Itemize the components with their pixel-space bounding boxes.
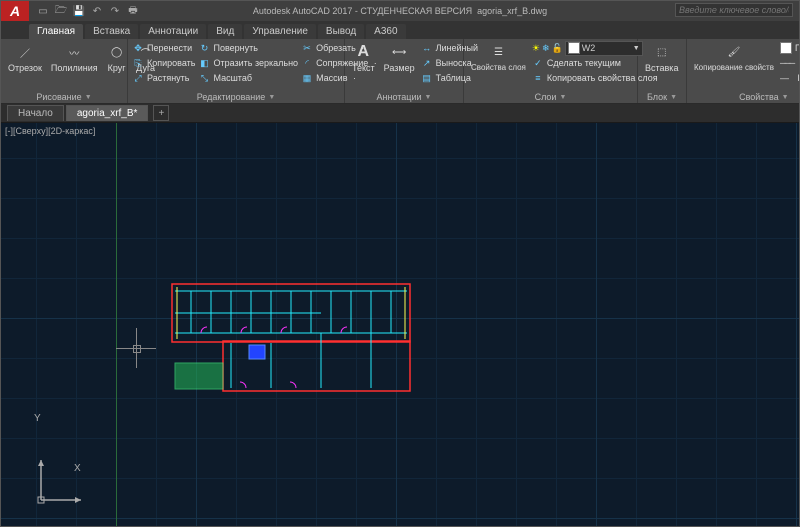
move-button[interactable]: ✥Перенести	[132, 41, 195, 55]
line-button[interactable]: ／Отрезок	[5, 41, 45, 74]
stretch-icon: ⤢	[132, 72, 144, 84]
quick-access-toolbar: ▭ 🗁 💾 ↶ ↷ 🖶	[37, 5, 139, 17]
move-icon: ✥	[132, 42, 144, 54]
polyline-icon: 〰	[64, 42, 84, 62]
help-search	[675, 3, 793, 17]
ucs-icon[interactable]: Y X	[36, 455, 86, 508]
chevron-down-icon[interactable]: ▼	[268, 94, 275, 101]
tab-home[interactable]: Главная	[29, 24, 83, 39]
open-icon[interactable]: 🗁	[55, 5, 67, 17]
titlebar: A ▭ 🗁 💾 ↶ ↷ 🖶 Autodesk AutoCAD 2017 - СТ…	[1, 1, 799, 21]
polyline-button[interactable]: 〰Полилиния	[48, 41, 101, 74]
tab-view[interactable]: Вид	[208, 24, 242, 39]
print-icon[interactable]: 🖶	[127, 5, 139, 17]
rotate-button[interactable]: ↻Повернуть	[198, 41, 298, 55]
panel-draw: ／Отрезок 〰Полилиния ◯Круг ⌒Дуга Рисовани…	[1, 39, 128, 103]
ucs-x-label: X	[74, 463, 81, 474]
file-tab-current[interactable]: agoria_xrf_B*	[66, 105, 149, 121]
app-logo[interactable]: A	[1, 1, 29, 21]
layer-props-icon: ☰	[488, 42, 508, 62]
redo-icon[interactable]: ↷	[109, 5, 121, 17]
panel-block: ⬚Вставка Блок▼	[638, 39, 687, 103]
layer-combo[interactable]: W2▼	[565, 41, 643, 56]
table-icon: ▤	[421, 72, 433, 84]
axis-y-line	[116, 123, 117, 526]
color-combo[interactable]: ПоСлою	[780, 41, 799, 55]
undo-icon[interactable]: ↶	[91, 5, 103, 17]
match-layer-icon: ≡	[532, 72, 544, 84]
save-icon[interactable]: 💾	[73, 5, 85, 17]
panel-annotation: AТекст ⟷Размер ↔Линейный ↗Выноска ▤Табли…	[345, 39, 464, 103]
circle-icon: ◯	[107, 42, 127, 62]
cad-drawing[interactable]	[171, 283, 411, 393]
copy-icon: ⎘	[132, 57, 144, 69]
scale-icon: ⤡	[198, 72, 210, 84]
text-icon: A	[353, 42, 373, 62]
file-tabs: Начало agoria_xrf_B* +	[1, 104, 799, 123]
chevron-down-icon[interactable]: ▼	[782, 94, 789, 101]
panel-modify: ✥Перенести ⎘Копировать ⤢Растянуть ↻Повер…	[128, 39, 345, 103]
mirror-button[interactable]: ◧Отразить зеркально	[198, 56, 298, 70]
copy-button[interactable]: ⎘Копировать	[132, 56, 195, 70]
layer-props-button[interactable]: ☰Свойства слоя	[468, 41, 529, 73]
mirror-icon: ◧	[198, 57, 210, 69]
viewport-label[interactable]: [-][Сверху][2D-каркас]	[5, 126, 95, 136]
drawing-canvas[interactable]: [-][Сверху][2D-каркас]	[1, 123, 799, 526]
ribbon-tabs: Главная Вставка Аннотации Вид Управление…	[1, 21, 799, 39]
scale-button[interactable]: ⤡Масштаб	[198, 71, 298, 85]
tab-insert[interactable]: Вставка	[85, 24, 138, 39]
fillet-icon: ◜	[301, 57, 313, 69]
search-input[interactable]	[675, 3, 793, 17]
ribbon: ／Отрезок 〰Полилиния ◯Круг ⌒Дуга Рисовани…	[1, 39, 799, 104]
new-icon[interactable]: ▭	[37, 5, 49, 17]
panel-properties: 🖌Копирование свойств ПоСлою ─── ПоСлою —…	[687, 39, 799, 103]
window-title: Autodesk AutoCAD 2017 - СТУДЕНЧЕСКАЯ ВЕР…	[253, 6, 547, 16]
lineweight-combo[interactable]: ─── ПоСлою	[780, 56, 799, 70]
tab-output[interactable]: Вывод	[318, 24, 364, 39]
new-tab-button[interactable]: +	[153, 105, 169, 121]
make-current-icon: ✓	[532, 57, 544, 69]
dimension-button[interactable]: ⟷Размер	[381, 41, 418, 74]
match-props-icon: 🖌	[724, 42, 744, 62]
chevron-down-icon[interactable]: ▼	[670, 94, 677, 101]
trim-icon: ✂	[301, 42, 313, 54]
array-icon: ▦	[301, 72, 313, 84]
line-icon: ／	[15, 42, 35, 62]
leader-icon: ↗	[421, 57, 433, 69]
block-insert-button[interactable]: ⬚Вставка	[642, 41, 681, 74]
chevron-down-icon[interactable]: ▼	[85, 94, 92, 101]
chevron-down-icon[interactable]: ▼	[425, 94, 432, 101]
stretch-button[interactable]: ⤢Растянуть	[132, 71, 195, 85]
text-button[interactable]: AТекст	[349, 41, 378, 74]
rotate-icon: ↻	[198, 42, 210, 54]
tab-annotate[interactable]: Аннотации	[140, 24, 206, 39]
tab-a360[interactable]: A360	[366, 24, 405, 39]
match-props-button[interactable]: 🖌Копирование свойств	[691, 41, 777, 73]
circle-button[interactable]: ◯Круг	[104, 41, 130, 74]
linetype-combo[interactable]: — ПоСлою	[780, 71, 799, 85]
tab-manage[interactable]: Управление	[244, 24, 316, 39]
block-icon: ⬚	[652, 42, 672, 62]
dimension-icon: ⟷	[389, 42, 409, 62]
panel-layers: ☰Свойства слоя ☀❄🔓 W2▼ ✓Сделать текущим …	[464, 39, 638, 103]
ucs-y-label: Y	[34, 413, 41, 424]
chevron-down-icon[interactable]: ▼	[559, 94, 566, 101]
linear-icon: ↔	[421, 42, 433, 54]
file-tab-start[interactable]: Начало	[7, 105, 64, 121]
